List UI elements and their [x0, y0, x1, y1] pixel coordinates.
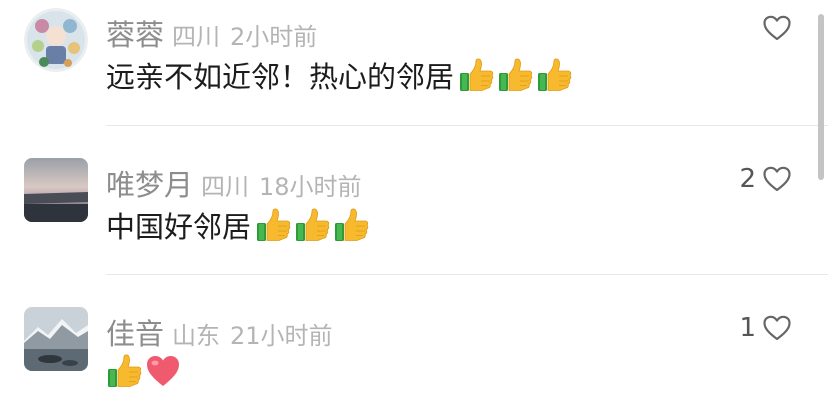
like-button[interactable]: 2 [739, 164, 792, 194]
scrollbar[interactable] [818, 14, 824, 180]
avatar[interactable] [24, 307, 88, 371]
comment-meta: 蓉蓉 四川 2小时前 [106, 12, 317, 52]
comment-body: 远亲不如近邻！热心的邻居 [106, 60, 455, 94]
comment-meta: 唯梦月 四川 18小时前 [106, 162, 362, 202]
avatar[interactable] [24, 8, 88, 72]
region-label: 四川 [172, 23, 221, 51]
thumbs-up-icon [536, 57, 572, 93]
heart-outline-icon[interactable] [762, 14, 792, 42]
comment-item[interactable]: 佳音 山东 21小时前 1 [0, 275, 828, 413]
like-count: 1 [739, 313, 756, 343]
timestamp: 18小时前 [259, 173, 362, 201]
avatar[interactable] [24, 158, 88, 222]
comment-text [106, 353, 184, 389]
red-heart-icon [145, 353, 181, 389]
timestamp: 21小时前 [230, 322, 333, 350]
thumbs-up-icon [497, 57, 533, 93]
thumbs-up-icon [333, 207, 369, 243]
username[interactable]: 唯梦月 [106, 162, 193, 204]
like-count: 2 [739, 164, 756, 194]
like-button[interactable] [756, 14, 792, 42]
heart-outline-icon[interactable] [762, 314, 792, 342]
username[interactable]: 蓉蓉 [106, 12, 164, 54]
thumbs-up-icon [255, 207, 291, 243]
username[interactable]: 佳音 [106, 311, 164, 353]
comment-body: 中国好邻居 [106, 210, 252, 244]
comment-text: 远亲不如近邻！热心的邻居 [106, 54, 575, 96]
thumbs-up-icon [106, 353, 142, 389]
region-label: 山东 [172, 322, 221, 350]
thumbs-up-icon [458, 57, 494, 93]
like-button[interactable]: 1 [739, 313, 792, 343]
region-label: 四川 [201, 173, 250, 201]
heart-outline-icon[interactable] [762, 165, 792, 193]
comment-item[interactable]: 蓉蓉 四川 2小时前 远亲不如近邻！热心的邻居 [0, 0, 828, 126]
thumbs-up-icon [294, 207, 330, 243]
comment-meta: 佳音 山东 21小时前 [106, 311, 333, 351]
comment-item[interactable]: 唯梦月 四川 18小时前 中国好邻居 2 [0, 126, 828, 275]
comment-text: 中国好邻居 [106, 204, 372, 246]
timestamp: 2小时前 [230, 23, 318, 51]
